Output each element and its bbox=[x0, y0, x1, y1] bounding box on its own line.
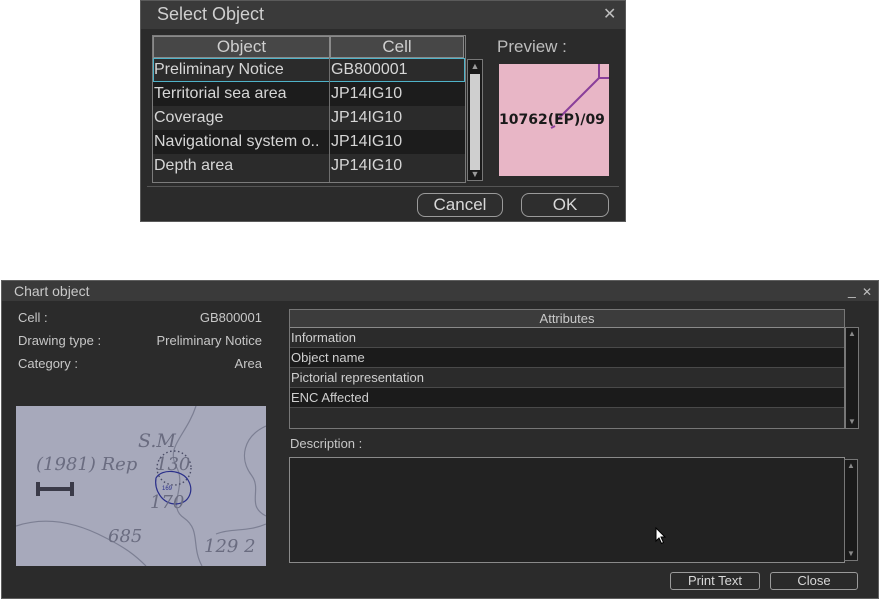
chart-map-preview: S.M (1981) Rep 130 169 170 685 129 2 bbox=[16, 406, 266, 566]
scroll-up-icon[interactable]: ▲ bbox=[846, 329, 858, 339]
preview-label: Preview : bbox=[497, 37, 567, 56]
map-label-1292: 129 2 bbox=[204, 536, 256, 557]
scroll-up-icon[interactable]: ▲ bbox=[469, 61, 481, 71]
attribute-row[interactable]: Information bbox=[290, 328, 844, 348]
preview-image: 10762(EP)/09 bbox=[499, 64, 609, 176]
window-title: Chart object bbox=[14, 283, 90, 299]
object-cell: Coverage bbox=[154, 109, 224, 126]
map-label-sm: S.M bbox=[138, 430, 176, 452]
window-title-bar[interactable]: Chart object _ ✕ bbox=[2, 281, 878, 301]
attributes-header: Attributes bbox=[290, 310, 844, 328]
cell-cell: JP14IG10 bbox=[331, 85, 403, 102]
scroll-down-icon[interactable]: ▼ bbox=[469, 169, 481, 179]
scrollbar-thumb[interactable] bbox=[470, 74, 480, 170]
ok-button[interactable]: OK bbox=[521, 193, 609, 217]
object-cell: Navigational system o.. bbox=[154, 133, 320, 150]
print-text-button[interactable]: Print Text bbox=[670, 572, 760, 590]
column-header-object[interactable]: Object bbox=[153, 36, 330, 58]
table-row[interactable]: Coverage JP14IG10 bbox=[153, 106, 465, 130]
object-cell: Depth area bbox=[154, 157, 234, 174]
close-icon[interactable]: ✕ bbox=[603, 7, 616, 23]
table-row[interactable]: Depth area JP14IG10 bbox=[153, 154, 465, 178]
table-row[interactable]: Navigational system o.. JP14IG10 bbox=[153, 130, 465, 154]
cell-label: Cell : bbox=[18, 310, 48, 325]
description-label: Description : bbox=[290, 436, 363, 451]
chart-object-window: Chart object _ ✕ Cell : GB800001 Drawing… bbox=[1, 280, 879, 599]
select-object-dialog: Select Object ✕ Object Cell Preliminary … bbox=[140, 0, 626, 222]
drawing-type-label: Drawing type : bbox=[18, 333, 102, 348]
object-cell: Preliminary Notice bbox=[154, 61, 284, 78]
attributes-scrollbar[interactable]: ▲ ▼ bbox=[845, 327, 859, 429]
dialog-title: Select Object bbox=[157, 4, 265, 24]
cancel-button[interactable]: Cancel bbox=[417, 193, 503, 217]
scroll-up-icon[interactable]: ▲ bbox=[845, 461, 857, 471]
dialog-divider bbox=[147, 186, 619, 187]
category-label: Category : bbox=[18, 356, 78, 371]
dialog-title-bar[interactable]: Select Object ✕ bbox=[141, 1, 625, 29]
map-label-685: 685 bbox=[108, 526, 143, 547]
category-value: Area bbox=[234, 356, 262, 371]
column-divider bbox=[329, 58, 330, 182]
cell-cell: GB800001 bbox=[331, 61, 408, 78]
drawing-type-value: Preliminary Notice bbox=[156, 333, 262, 348]
minimize-icon[interactable]: _ bbox=[848, 282, 856, 298]
object-cell: Territorial sea area bbox=[154, 85, 287, 102]
object-table: Object Cell Preliminary Notice GB800001 … bbox=[152, 35, 466, 183]
map-label-130: 130 bbox=[156, 454, 191, 475]
table-row[interactable]: Preliminary Notice GB800001 bbox=[153, 58, 465, 82]
table-row[interactable]: Territorial sea area JP14IG10 bbox=[153, 82, 465, 106]
cell-cell: JP14IG10 bbox=[331, 157, 403, 174]
attribute-row[interactable]: Pictorial representation bbox=[290, 368, 844, 388]
close-icon[interactable]: ✕ bbox=[862, 284, 872, 300]
attribute-row[interactable]: Object name bbox=[290, 348, 844, 368]
attribute-row[interactable]: ENC Affected bbox=[290, 388, 844, 408]
mouse-cursor-icon bbox=[655, 527, 667, 545]
description-scrollbar[interactable]: ▲ ▼ bbox=[844, 459, 858, 561]
attributes-table: Attributes Information Object name Picto… bbox=[289, 309, 845, 429]
column-header-cell[interactable]: Cell bbox=[330, 36, 464, 58]
cell-cell: JP14IG10 bbox=[331, 133, 403, 150]
description-textarea[interactable] bbox=[289, 457, 845, 563]
scroll-down-icon[interactable]: ▼ bbox=[846, 417, 858, 427]
map-label-rep: (1981) Rep bbox=[36, 454, 138, 475]
scroll-down-icon[interactable]: ▼ bbox=[845, 549, 857, 559]
cell-value: GB800001 bbox=[199, 310, 262, 325]
preview-chart-label: 10762(EP)/09 bbox=[499, 112, 605, 128]
close-button[interactable]: Close bbox=[770, 572, 858, 590]
map-label-170: 170 bbox=[150, 492, 185, 513]
cell-cell: JP14IG10 bbox=[331, 109, 403, 126]
object-list-scrollbar[interactable]: ▲ ▼ bbox=[467, 59, 483, 181]
